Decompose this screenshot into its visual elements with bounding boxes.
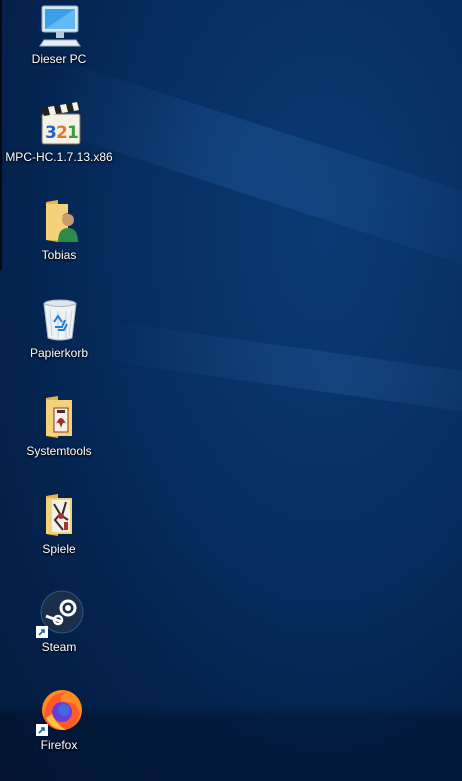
svg-text:1: 1: [67, 123, 79, 143]
steam-icon: [36, 590, 84, 638]
wallpaper-light-beam: [94, 320, 462, 427]
wallpaper-edge: [0, 0, 2, 270]
shortcut-arrow-icon: [36, 626, 48, 638]
desktop-icon-label: Firefox: [40, 738, 78, 752]
desktop-icon-tobias[interactable]: Tobias: [4, 198, 114, 290]
desktop-icon-label: Papierkorb: [29, 346, 89, 360]
desktop-icon-firefox[interactable]: Firefox: [4, 688, 114, 780]
media-player-icon: 3 2 1: [36, 100, 84, 148]
folder-icon: [36, 394, 84, 442]
desktop-icon-systemtools[interactable]: Systemtools: [4, 394, 114, 486]
desktop-icon-label: Steam: [41, 640, 77, 654]
desktop-icon-label: MPC-HC.1.7.13.x86: [5, 150, 113, 164]
desktop-icon-mpc-hc[interactable]: 3 2 1 MPC-HC.1.7.13.x86: [4, 100, 114, 192]
folder-icon: [36, 492, 84, 540]
computer-icon: [36, 2, 84, 50]
desktop-icon-label: Systemtools: [26, 444, 92, 458]
desktop-icon-label: Spiele: [42, 542, 76, 556]
desktop-icon-label: Tobias: [41, 248, 77, 262]
desktop-icon-label: Dieser PC: [31, 52, 87, 66]
shortcut-arrow-icon: [36, 724, 48, 736]
desktop-icon-spiele[interactable]: Spiele: [4, 492, 114, 584]
desktop-icon-dieser-pc[interactable]: Dieser PC: [4, 2, 114, 94]
desktop: Dieser PC 3 2 1 MPC-HC.1.7.13.x86 Tobias…: [0, 0, 462, 781]
firefox-icon: [36, 688, 84, 736]
desktop-icon-steam[interactable]: Steam: [4, 590, 114, 682]
user-folder-icon: [36, 198, 84, 246]
desktop-icon-papierkorb[interactable]: Papierkorb: [4, 296, 114, 388]
recycle-bin-icon: [36, 296, 84, 344]
